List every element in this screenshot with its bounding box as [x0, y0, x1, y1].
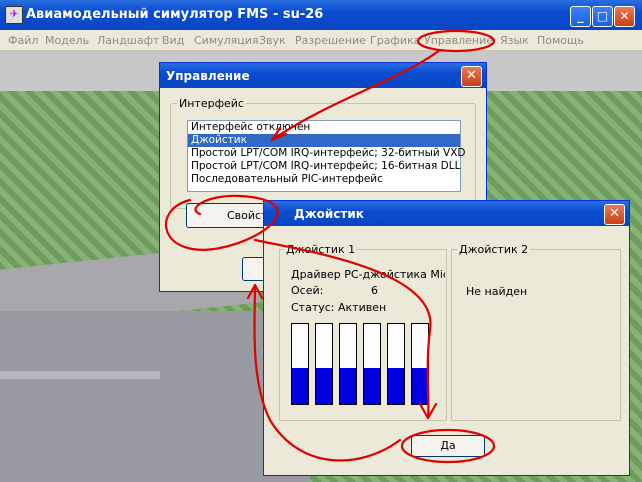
menu-view[interactable]: Вид	[162, 34, 184, 47]
joystick-dialog-titlebar: Джойстик ✕	[264, 201, 629, 226]
joystick-dialog-title: Джойстик	[294, 207, 364, 221]
joystick1-label: Джойстик 1	[284, 243, 358, 256]
axes-label: Осей:	[291, 284, 324, 297]
menu-landscape[interactable]: Ландшафт	[97, 34, 159, 47]
close-icon[interactable]: ✕	[604, 204, 625, 225]
joystick2-group	[451, 249, 621, 421]
axis-bar-fill	[316, 368, 332, 404]
menu-bar: Файл Модель Ландшафт Вид Симуляция Звук …	[0, 30, 642, 51]
axis-bar	[339, 323, 357, 405]
joystick-dialog: Джойстик ✕ Джойстик 1 Драйвер PC-джойсти…	[263, 200, 630, 476]
menu-simulation[interactable]: Симуляция	[194, 34, 259, 47]
joystick2-label: Джойстик 2	[457, 243, 531, 256]
interface-list[interactable]: Интерфейс отключен Джойстик Простой LPT/…	[187, 120, 466, 192]
menu-language[interactable]: Язык	[500, 34, 529, 47]
control-dialog-titlebar: Управление ✕	[160, 63, 486, 88]
ok-button[interactable]: Да	[411, 435, 485, 457]
axis-bar	[363, 323, 381, 405]
axis-bar-fill	[412, 368, 428, 404]
maximize-button[interactable]: □	[592, 6, 613, 27]
joystick2-status: Не найден	[466, 285, 528, 298]
list-item[interactable]: Интерфейс отключен	[188, 121, 460, 134]
list-item[interactable]: Простой LPT/COM IRQ-интерфейс; 16-битная…	[188, 160, 460, 173]
axis-bar-fill	[364, 368, 380, 404]
runway-marking	[0, 371, 160, 379]
menu-sound[interactable]: Звук	[259, 34, 286, 47]
menu-help[interactable]: Помощь	[537, 34, 584, 47]
control-dialog-title: Управление	[166, 69, 250, 83]
axis-bar	[411, 323, 429, 405]
axis-bar	[387, 323, 405, 405]
close-icon[interactable]: ✕	[461, 66, 482, 87]
axes-value: 6	[371, 284, 378, 297]
axis-bar	[315, 323, 333, 405]
list-item-selected[interactable]: Джойстик	[188, 134, 460, 147]
menu-resolution[interactable]: Разрешение	[295, 34, 366, 47]
interface-group-label: Интерфейс	[177, 97, 246, 110]
list-item[interactable]: Простой LPT/COM IRQ-интерфейс; 32-битный…	[188, 147, 466, 160]
window-title: Авиамодельный симулятор FMS - su-26	[26, 7, 324, 22]
menu-model[interactable]: Модель	[45, 34, 89, 47]
minimize-button[interactable]: _	[570, 6, 591, 27]
menu-file[interactable]: Файл	[8, 34, 38, 47]
axis-bar-fill	[388, 368, 404, 404]
joystick1-driver: Драйвер PC-джойстика Micros	[291, 268, 445, 281]
axis-bar	[291, 323, 309, 405]
axis-bar-fill	[340, 368, 356, 404]
joystick1-status: Статус: Активен	[291, 301, 387, 314]
list-item[interactable]: Последовательный PIC-интерфейс	[188, 173, 460, 186]
app-icon[interactable]: ✈	[5, 6, 23, 24]
axis-bar-fill	[292, 368, 308, 404]
title-bar: ✈ Авиамодельный симулятор FMS - su-26 _ …	[0, 0, 642, 30]
menu-control[interactable]: Управление	[424, 34, 493, 47]
close-button[interactable]: ✕	[614, 6, 635, 27]
menu-graphics[interactable]: Графика	[370, 34, 420, 47]
